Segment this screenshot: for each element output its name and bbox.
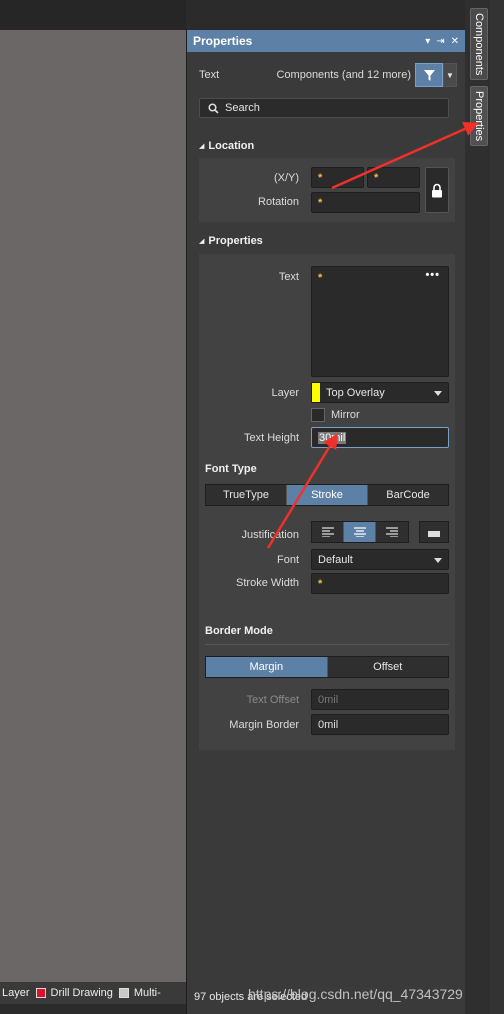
- border-mode-segmented: Margin Offset: [205, 656, 449, 678]
- font-type-title: Font Type: [205, 463, 257, 475]
- margin-border-field[interactable]: 0mil: [311, 714, 449, 735]
- pcb-canvas[interactable]: [0, 0, 186, 982]
- window-edge-strip: [490, 0, 504, 1014]
- stroke-width-label: Stroke Width: [236, 577, 299, 589]
- font-select[interactable]: Default: [311, 549, 449, 570]
- layer-tab-label: Multi-: [133, 987, 161, 999]
- stroke-width-value: *: [318, 577, 323, 590]
- lock-icon: [432, 183, 442, 197]
- rotation-field[interactable]: *: [311, 192, 420, 213]
- font-type-barcode-button[interactable]: BarCode: [368, 485, 448, 505]
- layer-tab[interactable]: Layer: [2, 987, 30, 999]
- section-title: Location: [208, 140, 255, 152]
- filter-dropdown-button[interactable]: ▼: [443, 63, 457, 87]
- font-type-stroke-button[interactable]: Stroke: [287, 485, 368, 505]
- font-type-truetype-button[interactable]: TrueType: [206, 485, 287, 505]
- object-type-label: Text: [199, 69, 220, 81]
- layer-tab-drill-drawing[interactable]: Drill Drawing: [35, 987, 113, 999]
- align-left-icon: [321, 527, 334, 537]
- font-type-segmented: TrueType Stroke BarCode: [205, 484, 449, 506]
- chevron-down-icon: [434, 558, 442, 563]
- layer-color-chip: [312, 383, 320, 402]
- canvas-top-strip: [0, 0, 186, 30]
- search-placeholder: Search: [225, 102, 260, 114]
- layer-color-swatch: [35, 988, 46, 998]
- text-value: *: [318, 272, 323, 284]
- location-section-header[interactable]: ◢ Location: [199, 140, 254, 152]
- margin-border-label: Margin Border: [229, 719, 299, 731]
- text-value-textarea[interactable]: * •••: [311, 266, 449, 377]
- section-title: Properties: [208, 235, 263, 247]
- layer-color-swatch: [118, 988, 129, 998]
- search-input[interactable]: Search: [199, 98, 449, 118]
- margin-border-value: 0mil: [318, 718, 339, 731]
- chevron-down-icon: ▼: [446, 70, 454, 80]
- selection-filter-text: Components (and 12 more): [276, 69, 411, 81]
- font-label: Font: [276, 554, 299, 566]
- properties-panel: Properties ▾ ⇥ ✕ Text Components (and 12…: [186, 30, 465, 1014]
- text-height-label: Text Height: [243, 432, 299, 444]
- border-mode-margin-button[interactable]: Margin: [206, 657, 328, 677]
- rotation-label: Rotation: [258, 196, 299, 208]
- font-value: Default: [318, 553, 353, 566]
- section-divider: [205, 644, 449, 645]
- layer-tab-label: Drill Drawing: [50, 987, 113, 999]
- text-label: Text: [278, 271, 299, 283]
- justify-bottom-button[interactable]: [420, 522, 448, 542]
- lock-button[interactable]: [425, 167, 449, 213]
- text-height-input[interactable]: 30mil: [311, 427, 449, 448]
- panel-title: Properties: [193, 34, 253, 48]
- xy-label: (X/Y): [273, 172, 299, 184]
- justification-extra-group: [419, 521, 449, 543]
- border-mode-title: Border Mode: [205, 625, 273, 637]
- text-offset-value: 0mil: [318, 693, 339, 706]
- x-field[interactable]: *: [311, 167, 364, 188]
- layer-value: Top Overlay: [326, 386, 385, 399]
- properties-section-header[interactable]: ◢ Properties: [199, 235, 263, 247]
- stroke-width-field[interactable]: *: [311, 573, 449, 594]
- mirror-row: Mirror: [311, 407, 360, 423]
- chevron-down-icon: [434, 391, 442, 396]
- collapse-triangle-icon: ◢: [199, 238, 205, 245]
- align-right-button[interactable]: [376, 522, 408, 542]
- panel-header: Properties ▾ ⇥ ✕: [187, 30, 465, 52]
- justification-group: [311, 521, 409, 543]
- rotation-value: *: [318, 196, 323, 209]
- panel-menu-icon[interactable]: ▾: [425, 36, 430, 47]
- pin-icon[interactable]: ⇥: [436, 36, 444, 47]
- layer-tab-multi[interactable]: Multi-: [118, 987, 161, 999]
- x-value: *: [318, 171, 323, 184]
- text-height-value: 30mil: [318, 431, 347, 444]
- align-left-button[interactable]: [312, 522, 344, 542]
- close-icon[interactable]: ✕: [451, 36, 459, 47]
- layer-tab-bar: Layer Drill Drawing Multi-: [0, 982, 186, 1004]
- dock-tab-properties[interactable]: Properties: [470, 86, 488, 146]
- layer-tab-label: Layer: [2, 987, 30, 999]
- filter-icon: [423, 69, 435, 81]
- dock-tab-components[interactable]: Components: [470, 8, 488, 80]
- text-offset-field[interactable]: 0mil: [311, 689, 449, 710]
- y-value: *: [374, 171, 379, 184]
- justification-label: Justification: [241, 529, 299, 541]
- text-offset-label: Text Offset: [246, 694, 299, 706]
- layer-label: Layer: [271, 387, 299, 399]
- y-field[interactable]: *: [367, 167, 420, 188]
- collapse-triangle-icon: ◢: [199, 143, 205, 150]
- border-mode-offset-button[interactable]: Offset: [327, 657, 448, 677]
- filter-button[interactable]: [415, 63, 443, 87]
- watermark-text: https://blog.csdn.net/qq_47343729: [248, 986, 463, 1002]
- align-right-icon: [386, 527, 398, 537]
- align-center-icon: [353, 527, 366, 537]
- align-bottom-icon: [428, 531, 440, 537]
- mirror-checkbox[interactable]: [311, 408, 325, 422]
- more-options-icon[interactable]: •••: [425, 269, 440, 281]
- mirror-label: Mirror: [331, 409, 360, 421]
- layer-select[interactable]: Top Overlay: [311, 382, 449, 403]
- align-center-button[interactable]: [344, 522, 376, 542]
- search-icon: [208, 102, 219, 114]
